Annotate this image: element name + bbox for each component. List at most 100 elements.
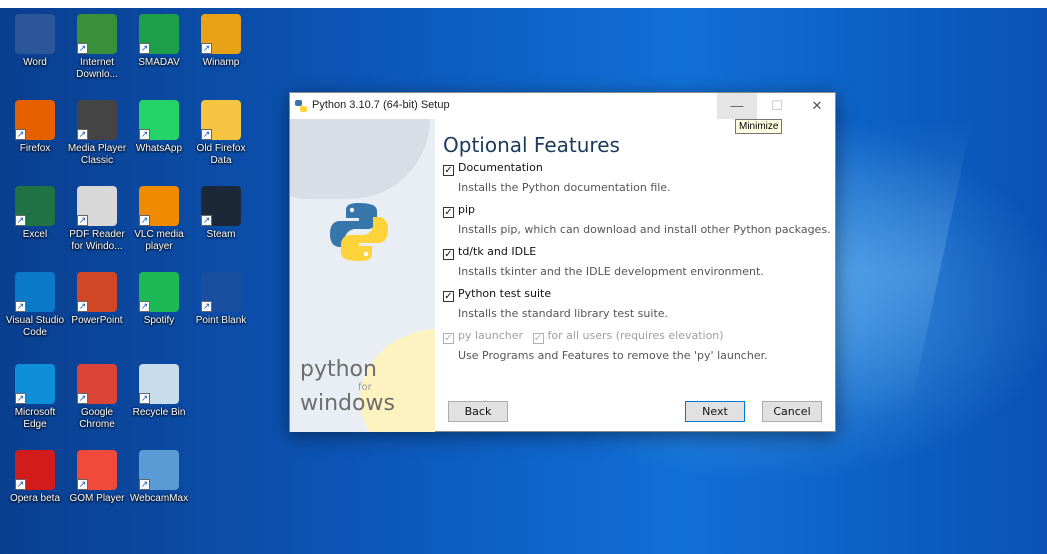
option-label: td/tk and IDLE (458, 245, 537, 258)
shortcut-arrow-icon: ↗ (201, 43, 212, 54)
desktop-shortcut[interactable]: ↗ VLC media player (128, 186, 190, 253)
desktop-shortcut[interactable]: ↗ Firefox (4, 100, 66, 155)
python-logo-icon (330, 203, 388, 261)
desktop-shortcut[interactable]: ↗ Spotify (128, 272, 190, 327)
desktop-shortcut[interactable]: ↗ Recycle Bin (128, 364, 190, 419)
desktop-shortcut-label: Spotify (143, 315, 175, 326)
desktop-shortcut-label: Google Chrome (79, 407, 115, 430)
shortcut-arrow-icon: ↗ (77, 129, 88, 140)
desktop-shortcut[interactable]: ↗ Opera beta (4, 450, 66, 505)
shortcut-arrow-icon: ↗ (15, 129, 26, 140)
vscode-icon: ↗ (15, 272, 55, 312)
desktop-shortcut-label: Visual Studio Code (5, 315, 65, 338)
desktop-shortcut[interactable]: ↗ Media Player Classic (66, 100, 128, 167)
desktop-shortcut[interactable]: ↗ Point Blank (190, 272, 252, 327)
option-description: Installs the standard library test suite… (458, 307, 669, 320)
shortcut-arrow-icon: ↗ (15, 479, 26, 490)
documentation-checkbox[interactable]: ✓ (443, 165, 454, 176)
python-setup-icon (295, 100, 307, 112)
vlc-icon: ↗ (139, 186, 179, 226)
tcltk-checkbox[interactable]: ✓ (443, 249, 454, 260)
shortcut-arrow-icon: ↗ (77, 393, 88, 404)
maximize-button[interactable]: ☐ (757, 93, 797, 119)
option-label: for all users (requires elevation) (547, 329, 724, 342)
title-bar[interactable]: Python 3.10.7 (64-bit) Setup — ☐ ✕ (290, 93, 835, 119)
powerpoint-icon: ↗ (77, 272, 117, 312)
next-button[interactable]: Next (685, 401, 745, 422)
cancel-button[interactable]: Cancel (762, 401, 822, 422)
option-description: Installs pip, which can download and ins… (458, 223, 831, 236)
option-description: Installs tkinter and the IDLE developmen… (458, 265, 764, 278)
desktop-shortcut-label: Word (23, 57, 47, 68)
desktop-shortcut[interactable]: ↗ Excel (4, 186, 66, 241)
back-button[interactable]: Back (448, 401, 508, 422)
excel-icon: ↗ (15, 186, 55, 226)
installer-content: Optional Features ✓ Documentation Install… (435, 119, 835, 431)
shortcut-arrow-icon: ↗ (201, 215, 212, 226)
webcam-icon: ↗ (139, 450, 179, 490)
option-label: pip (458, 203, 476, 216)
desktop-shortcut[interactable]: Word (4, 14, 66, 69)
option-pip[interactable]: ✓ pip (443, 203, 475, 218)
py-launcher-checkbox: ✓ (443, 333, 454, 344)
desktop-shortcut-label: Winamp (202, 57, 240, 68)
desktop-shortcut[interactable]: ↗ SMADAV (128, 14, 190, 69)
setup-window: Python 3.10.7 (64-bit) Setup — ☐ ✕ Minim… (289, 92, 836, 432)
desktop-shortcut[interactable]: ↗ Old Firefox Data (190, 100, 252, 167)
whatsapp-icon: ↗ (139, 100, 179, 140)
shortcut-arrow-icon: ↗ (77, 301, 88, 312)
desktop-shortcut[interactable]: ↗ Internet Downlo... (66, 14, 128, 81)
desktop-shortcut[interactable]: ↗ Google Chrome (66, 364, 128, 431)
word-icon (15, 14, 55, 54)
desktop-shortcut[interactable]: ↗ PowerPoint (66, 272, 128, 327)
smadav-icon: ↗ (139, 14, 179, 54)
desktop-shortcut-label: Point Blank (195, 315, 247, 326)
chrome-icon: ↗ (77, 364, 117, 404)
desktop-shortcut[interactable]: ↗ Steam (190, 186, 252, 241)
shortcut-arrow-icon: ↗ (139, 43, 150, 54)
desktop-shortcut-label: Internet Downlo... (76, 57, 118, 80)
pdf-icon: ↗ (77, 186, 117, 226)
winamp-icon: ↗ (201, 14, 241, 54)
desktop-shortcut-label: Opera beta (9, 493, 61, 504)
test-suite-checkbox[interactable]: ✓ (443, 291, 454, 302)
desktop-shortcut[interactable]: ↗ Winamp (190, 14, 252, 69)
shortcut-arrow-icon: ↗ (15, 215, 26, 226)
desktop-shortcut[interactable]: ↗ Microsoft Edge (4, 364, 66, 431)
desktop-shortcut[interactable]: ↗ PDF Reader for Windo... (66, 186, 128, 253)
recycle-bin-icon: ↗ (139, 364, 179, 404)
python-for-windows-brand: python for windows (300, 357, 395, 416)
desktop-shortcut-label: Microsoft Edge (14, 407, 56, 430)
desktop-shortcut[interactable]: ↗ GOM Player (66, 450, 128, 505)
shortcut-arrow-icon: ↗ (77, 43, 88, 54)
option-label: Python test suite (458, 287, 552, 300)
desktop-shortcut-label: Steam (206, 229, 236, 240)
option-tcltk-idle[interactable]: ✓ td/tk and IDLE (443, 245, 536, 260)
brand-python: python (300, 357, 377, 382)
shortcut-arrow-icon: ↗ (139, 393, 150, 404)
close-button[interactable]: ✕ (797, 93, 837, 119)
shortcut-arrow-icon: ↗ (77, 215, 88, 226)
opera-icon: ↗ (15, 450, 55, 490)
brand-windows: windows (300, 391, 395, 416)
desktop-shortcut-label: WebcamMax (129, 493, 189, 504)
shortcut-arrow-icon: ↗ (15, 301, 26, 312)
minimize-button[interactable]: — (717, 93, 757, 119)
desktop-shortcut-label: WhatsApp (135, 143, 183, 154)
shortcut-arrow-icon: ↗ (15, 393, 26, 404)
shortcut-arrow-icon: ↗ (139, 301, 150, 312)
minimize-tooltip: Minimize (735, 119, 783, 134)
mpc-icon: ↗ (77, 100, 117, 140)
shortcut-arrow-icon: ↗ (77, 479, 88, 490)
option-test-suite[interactable]: ✓ Python test suite (443, 287, 551, 302)
desktop-shortcut[interactable]: ↗ WhatsApp (128, 100, 190, 155)
pip-checkbox[interactable]: ✓ (443, 207, 454, 218)
option-documentation[interactable]: ✓ Documentation (443, 161, 543, 176)
desktop-shortcut[interactable]: ↗ WebcamMax (128, 450, 190, 505)
shortcut-arrow-icon: ↗ (201, 129, 212, 140)
folder-icon: ↗ (201, 100, 241, 140)
installer-sidebar: python for windows (290, 119, 435, 432)
desktop-shortcut[interactable]: ↗ Visual Studio Code (4, 272, 66, 339)
desktop-shortcut-label: Media Player Classic (67, 143, 127, 166)
page-title: Optional Features (443, 133, 620, 157)
